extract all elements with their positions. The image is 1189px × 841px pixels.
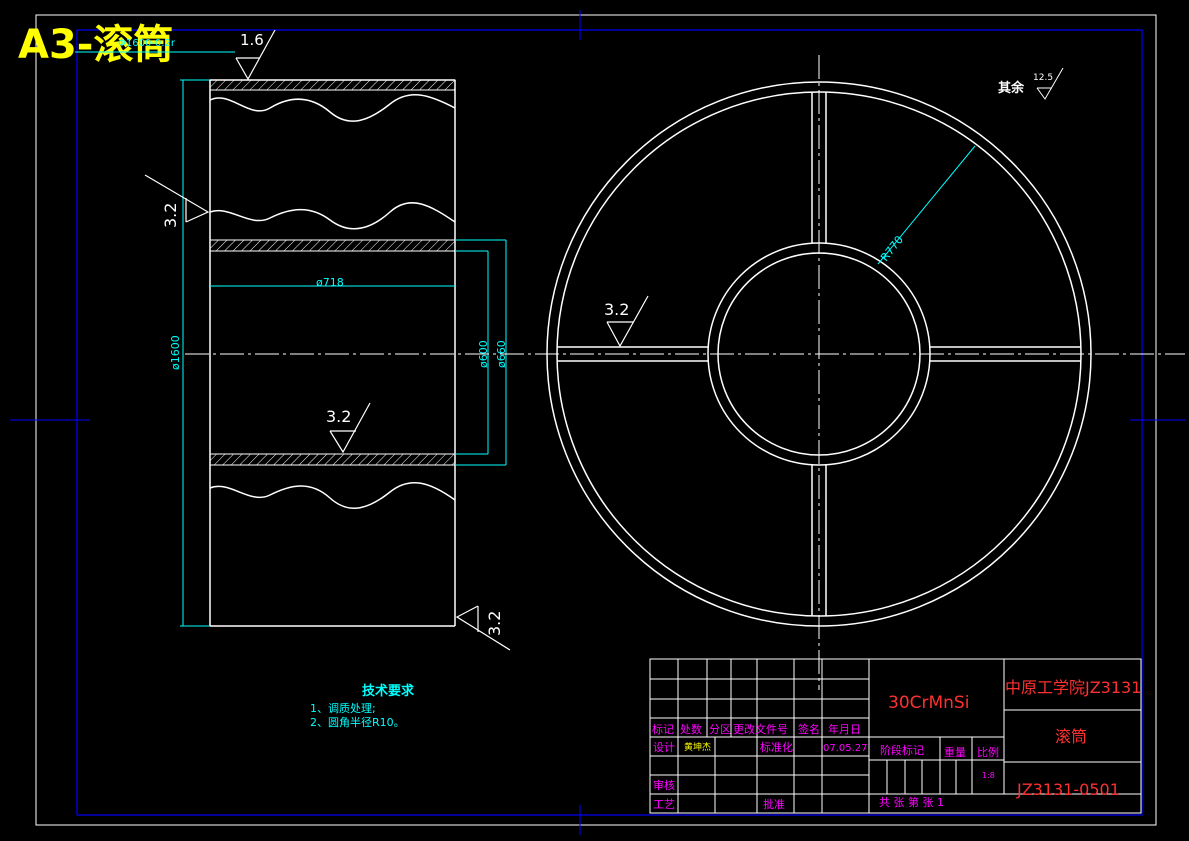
- tb-date: 07.05.27: [823, 743, 868, 754]
- tech-req-item-2: 2、圆角半径R10。: [310, 715, 405, 729]
- roughness-symbol-left: 3.2: [144, 174, 210, 228]
- tb-scale-label: 比例: [977, 745, 999, 759]
- break-line-1: [209, 94, 456, 122]
- break-line-3: [209, 482, 456, 509]
- roughness-symbol-inner: 3.2: [326, 402, 371, 454]
- svg-text:3.2: 3.2: [161, 203, 180, 228]
- tb-sheets: 共 张 第 张 1: [879, 795, 944, 809]
- tb-weight-label: 重量: [944, 745, 966, 759]
- inner-hatch-lower: [209, 453, 456, 466]
- svg-text:1.6: 1.6: [240, 31, 264, 49]
- tb-part-name: 滚筒: [1055, 727, 1087, 746]
- svg-text:其余: 其余: [998, 80, 1025, 96]
- tb-col-date: 年月日: [828, 722, 861, 736]
- roughness-symbol-top: 1.6: [235, 29, 276, 81]
- tb-design-label: 设计: [653, 741, 675, 754]
- tb-col-zone: 分区: [709, 723, 731, 736]
- tb-col-mark: 标记: [652, 722, 674, 736]
- engineering-drawing: A3-滚筒 Φ1600-0.2r ø1600 ø718 ø600 ø660 1.…: [10, 10, 1185, 835]
- tech-req-item-1: 1、调质处理;: [310, 702, 376, 715]
- break-line-2: [209, 202, 456, 230]
- tb-stage-label: 阶段标记: [880, 743, 924, 757]
- tb-scale-value: 1:8: [982, 771, 995, 780]
- dim-1600-label: ø1600: [169, 335, 182, 370]
- tb-col-count: 处数: [680, 723, 702, 736]
- tb-col-signature: 签名: [798, 722, 820, 736]
- svg-text:3.2: 3.2: [485, 611, 504, 636]
- svg-text:12.5: 12.5: [1033, 73, 1053, 83]
- radius-label: R770: [878, 233, 906, 264]
- tb-review-label: 审核: [653, 778, 675, 792]
- tb-process-label: 工艺: [653, 798, 675, 811]
- dim-718-label: ø718: [316, 276, 344, 289]
- inner-hatch-upper: [209, 239, 456, 252]
- tb-drawing-no: JZ3131-0501: [1016, 780, 1120, 799]
- roughness-symbol-bottom-right: 3.2: [455, 605, 511, 651]
- tb-material: 30CrMnSi: [888, 693, 969, 713]
- sheet-outer-border: [35, 14, 1157, 826]
- tb-col-change-doc: 更改文件号: [733, 722, 788, 736]
- shell-top-hatch: [209, 79, 456, 91]
- roughness-rest-note: 其余 12.5: [998, 67, 1064, 100]
- tb-approve-label: 批准: [763, 797, 785, 811]
- svg-text:3.2: 3.2: [326, 407, 351, 426]
- svg-text:3.2: 3.2: [604, 300, 629, 319]
- sheet-inner-frame: [76, 29, 1143, 816]
- tech-req-title: 技术要求: [362, 683, 415, 699]
- tb-school: 中原工学院JZ3131: [1005, 678, 1141, 697]
- roughness-symbol-end-view: 3.2: [604, 295, 649, 348]
- tb-designer: 黄坤杰: [684, 741, 711, 753]
- tb-standardize-label: 标准化: [760, 740, 793, 754]
- stray-dim-text: Φ1600-0.2r: [118, 38, 176, 49]
